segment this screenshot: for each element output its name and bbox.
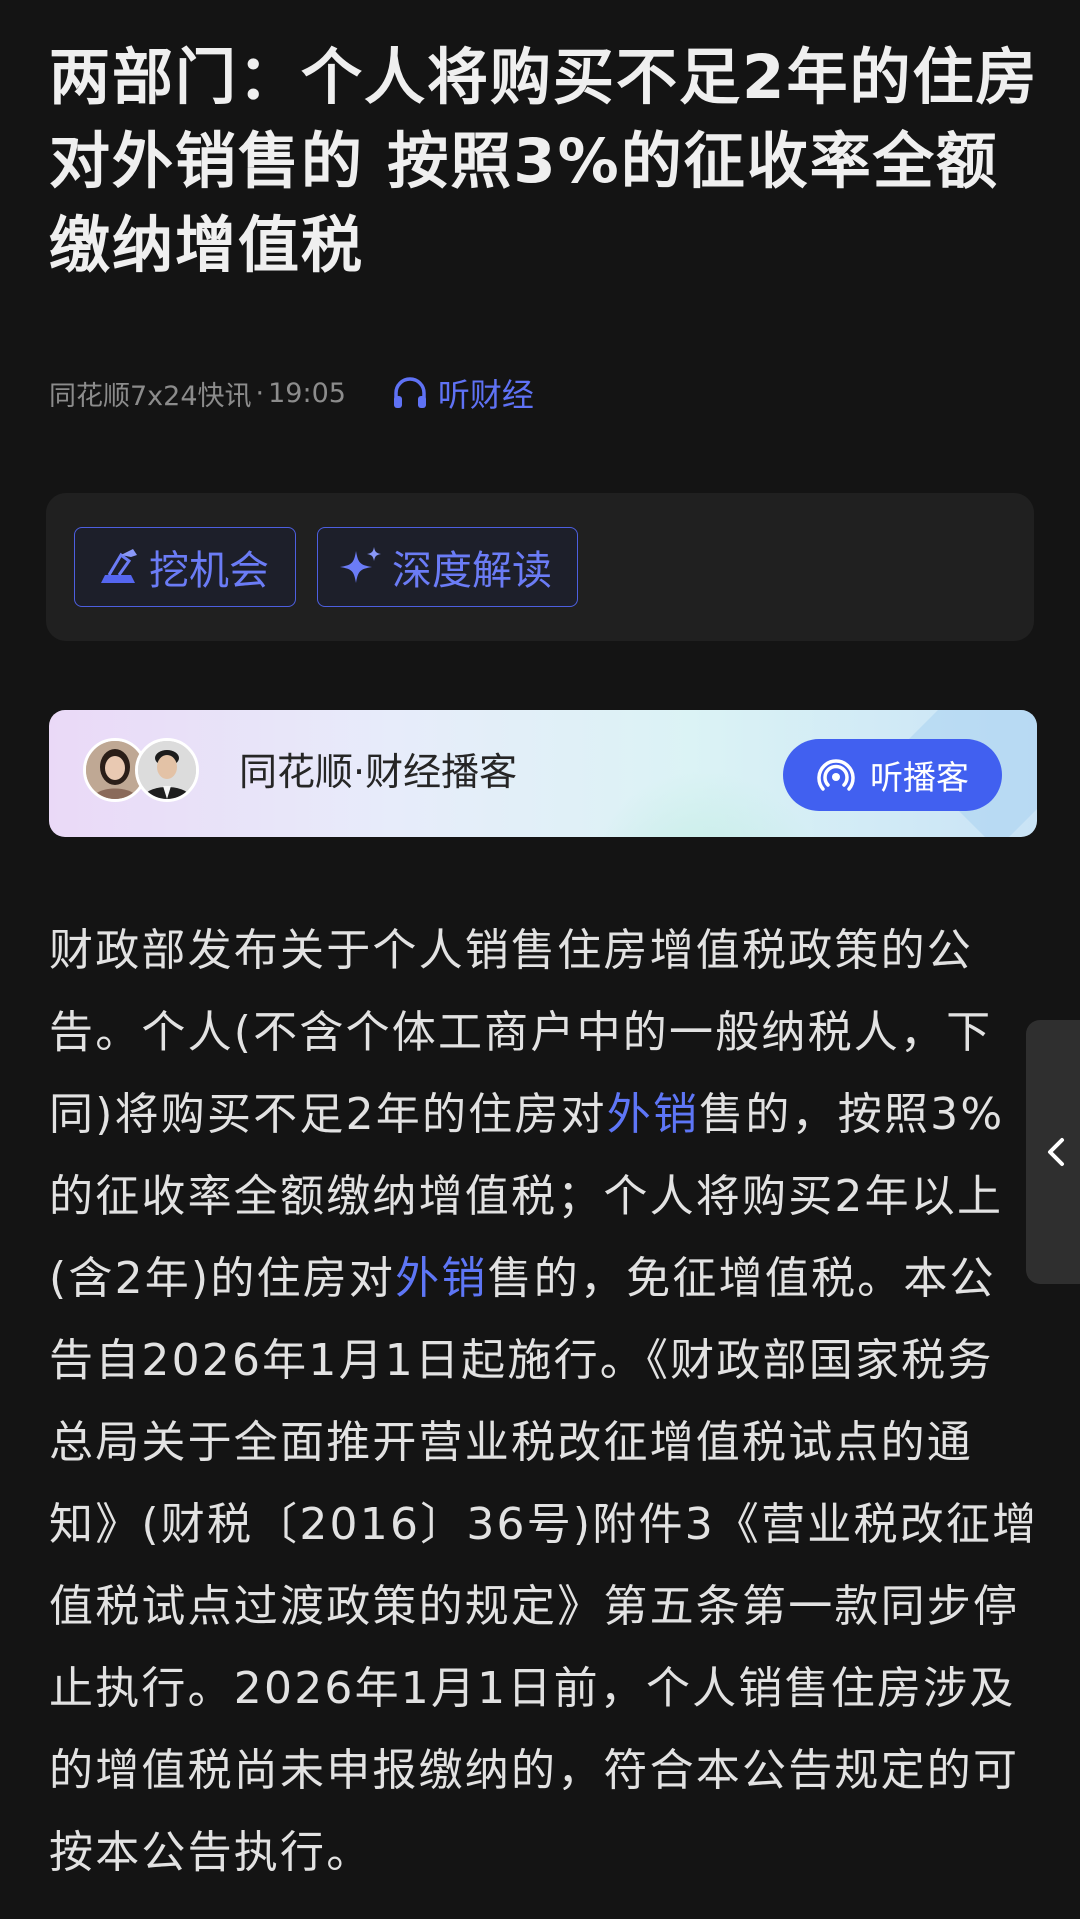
source-name: 同花顺7x24快讯	[49, 380, 252, 412]
excavator-icon	[101, 549, 137, 583]
headphones-icon	[393, 377, 426, 408]
listen-finance-link[interactable]: 听财经	[392, 370, 534, 416]
listen-podcast-button[interactable]: 听播客	[783, 739, 1002, 811]
deep-analysis-label: 深度解读	[392, 548, 552, 594]
podcast-banner[interactable]: 同花顺·财经播客 听播客	[49, 710, 1037, 837]
side-drawer-tab[interactable]	[1026, 1020, 1080, 1284]
broadcast-icon	[817, 759, 855, 791]
dig-opportunity-button[interactable]: 挖机会	[74, 527, 296, 607]
ai-tools-panel: 挖机会 深度解读	[46, 493, 1034, 641]
article-meta: 同花顺7x24快讯 · 19:05 听财经	[49, 370, 534, 416]
deep-analysis-button[interactable]: 深度解读	[317, 527, 578, 607]
source-info: 同花顺7x24快讯 · 19:05	[49, 374, 346, 413]
sparkle-icon	[340, 547, 381, 583]
publish-time: 19:05	[268, 377, 346, 409]
listen-podcast-label: 听播客	[870, 758, 969, 797]
article-title: 两部门：个人将购买不足2年的住房对外销售的 按照3%的征收率全额缴纳增值税	[49, 42, 1039, 281]
listen-finance-label: 听财经	[437, 376, 534, 414]
body-text: 售的，免征增值税。本公告自2026年1月1日起施行。《财政部国家税务总局关于全面…	[49, 1253, 1039, 1878]
podcast-title: 同花顺·财经播客	[239, 750, 518, 794]
meta-separator: ·	[255, 377, 265, 409]
chevron-left-icon	[1048, 1138, 1064, 1166]
article-body: 财政部发布关于个人销售住房增值税政策的公告。个人(不含个体工商户中的一般纳税人，…	[49, 910, 1039, 1894]
keyword-link-waixiao[interactable]: 外销	[607, 1089, 699, 1140]
keyword-link-waixiao[interactable]: 外销	[395, 1253, 487, 1304]
host-avatar-male	[135, 738, 199, 802]
dig-opportunity-label: 挖机会	[149, 548, 269, 594]
